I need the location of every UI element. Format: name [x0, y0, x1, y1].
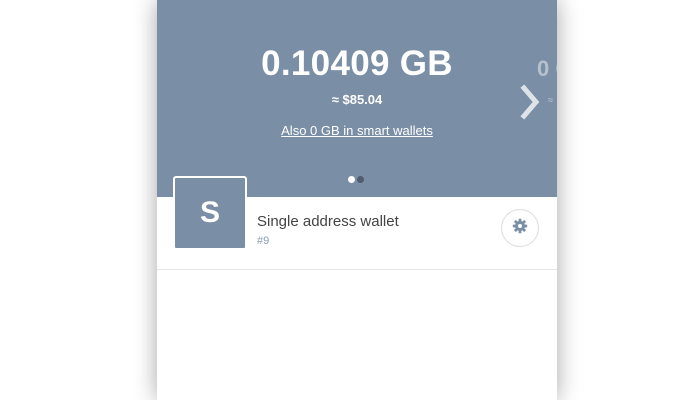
wallet-list-item[interactable]: S Single address wallet #9: [157, 176, 557, 270]
gear-icon: [512, 218, 528, 239]
balance-amount: 0.10409 GB: [261, 44, 453, 83]
wallet-panel: 0.10409 GB ≈ $85.04 Also 0 GB in smart w…: [157, 0, 557, 400]
wallet-settings-button[interactable]: [501, 209, 539, 247]
pagination-dot-active[interactable]: [348, 176, 355, 183]
background-left: [0, 0, 157, 400]
pagination-dot[interactable]: [357, 176, 364, 183]
next-slide-balance: 0 GB: [537, 56, 557, 81]
background-right: [557, 0, 700, 400]
next-slide-fiat: ≈: [548, 95, 553, 105]
wallet-avatar: S: [173, 176, 247, 250]
fiat-value: ≈ $85.04: [331, 92, 383, 107]
smart-wallets-link[interactable]: Also 0 GB in smart wallets: [157, 123, 557, 138]
balance-carousel: 0.10409 GB ≈ $85.04 Also 0 GB in smart w…: [157, 0, 557, 197]
wallet-id: #9: [257, 235, 270, 247]
wallet-name: Single address wallet: [257, 213, 399, 230]
chevron-right-icon[interactable]: [518, 84, 542, 120]
